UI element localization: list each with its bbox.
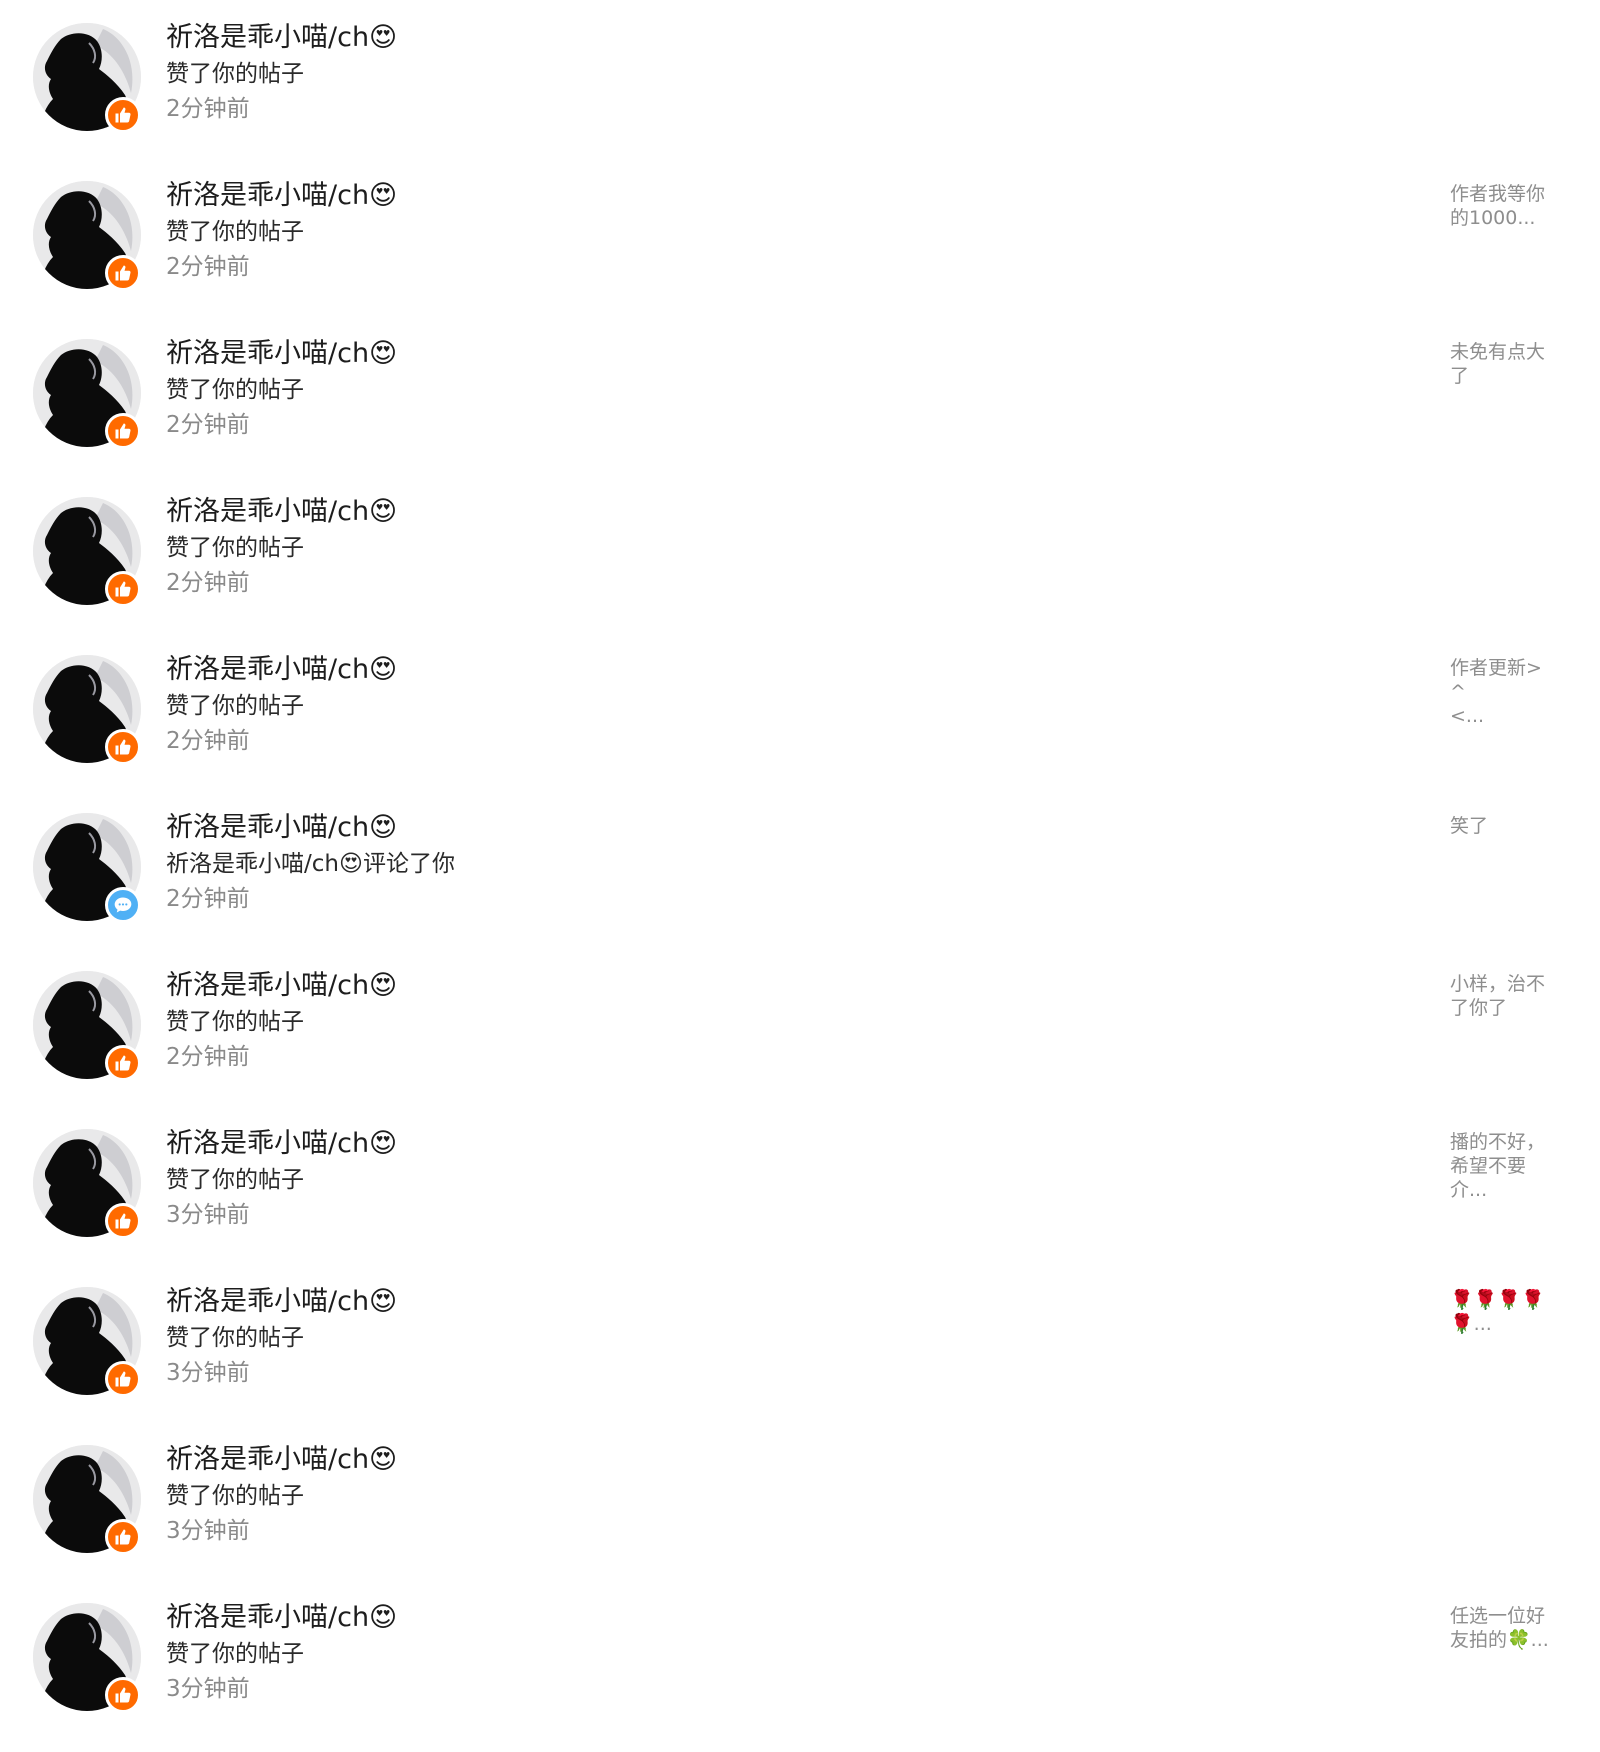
- post-preview[interactable]: 小样，治不 了你了: [1450, 972, 1560, 1020]
- timestamp: 2分钟前: [166, 96, 250, 122]
- timestamp: 2分钟前: [166, 728, 250, 754]
- like-badge: [105, 413, 141, 449]
- thumbs-up-icon: [115, 1371, 131, 1387]
- user-name[interactable]: 祈洛是乖小喵/ch😍: [166, 1599, 397, 1637]
- thumbs-up-icon: [115, 581, 131, 597]
- user-name[interactable]: 祈洛是乖小喵/ch😍: [166, 1441, 397, 1479]
- notification-item[interactable]: 祈洛是乖小喵/ch😍 赞了你的帖子 2分钟前 未免有点大 了: [0, 316, 1600, 474]
- notification-action-text: 赞了你的帖子: [166, 1325, 304, 1351]
- notification-action-text: 赞了你的帖子: [166, 1483, 304, 1509]
- post-preview[interactable]: 未免有点大 了: [1450, 340, 1560, 388]
- timestamp: 2分钟前: [166, 254, 250, 280]
- notification-item[interactable]: 祈洛是乖小喵/ch😍 赞了你的帖子 2分钟前 作者更新> ^ <...: [0, 632, 1600, 790]
- notification-action-text: 赞了你的帖子: [166, 61, 304, 87]
- user-name[interactable]: 祈洛是乖小喵/ch😍: [166, 493, 397, 531]
- notification-item[interactable]: 祈洛是乖小喵/ch😍 赞了你的帖子 2分钟前: [0, 0, 1600, 158]
- notification-action-text: 赞了你的帖子: [166, 219, 304, 245]
- user-name[interactable]: 祈洛是乖小喵/ch😍: [166, 335, 397, 373]
- post-preview[interactable]: 笑了: [1450, 814, 1560, 838]
- thumbs-up-icon: [115, 1055, 131, 1071]
- notification-item[interactable]: 祈洛是乖小喵/ch😍 赞了你的帖子 3分钟前: [0, 1422, 1600, 1580]
- like-badge: [105, 571, 141, 607]
- notification-action-text: 祈洛是乖小喵/ch😍评论了你: [166, 851, 455, 877]
- like-badge: [105, 1203, 141, 1239]
- post-preview[interactable]: 作者更新> ^ <...: [1450, 656, 1560, 728]
- timestamp: 3分钟前: [166, 1202, 250, 1228]
- notification-list: 祈洛是乖小喵/ch😍 赞了你的帖子 2分钟前 祈洛是乖小喵/ch😍 赞了你的帖子…: [0, 0, 1600, 1752]
- post-preview[interactable]: 任选一位好 友拍的🍀...: [1450, 1604, 1560, 1652]
- thumbs-up-icon: [115, 1529, 131, 1545]
- comment-bubble-icon: [114, 897, 132, 913]
- notification-action-text: 赞了你的帖子: [166, 1167, 304, 1193]
- notification-action-text: 赞了你的帖子: [166, 377, 304, 403]
- like-badge: [105, 255, 141, 291]
- like-badge: [105, 1361, 141, 1397]
- thumbs-up-icon: [115, 1213, 131, 1229]
- user-name[interactable]: 祈洛是乖小喵/ch😍: [166, 1125, 397, 1163]
- like-badge: [105, 1045, 141, 1081]
- notification-action-text: 赞了你的帖子: [166, 535, 304, 561]
- user-name[interactable]: 祈洛是乖小喵/ch😍: [166, 1283, 397, 1321]
- thumbs-up-icon: [115, 265, 131, 281]
- notification-item[interactable]: 祈洛是乖小喵/ch😍 赞了你的帖子 2分钟前: [0, 474, 1600, 632]
- comment-badge: [105, 887, 141, 923]
- notification-item[interactable]: 祈洛是乖小喵/ch😍 赞了你的帖子 3分钟前 🌹🌹🌹🌹 🌹...: [0, 1264, 1600, 1422]
- notification-action-text: 赞了你的帖子: [166, 693, 304, 719]
- thumbs-up-icon: [115, 107, 131, 123]
- user-name[interactable]: 祈洛是乖小喵/ch😍: [166, 967, 397, 1005]
- notification-item[interactable]: 祈洛是乖小喵/ch😍 赞了你的帖子 3分钟前 任选一位好 友拍的🍀...: [0, 1580, 1600, 1738]
- timestamp: 3分钟前: [166, 1676, 250, 1702]
- like-badge: [105, 1519, 141, 1555]
- notification-item[interactable]: 祈洛是乖小喵/ch😍 祈洛是乖小喵/ch😍评论了你 2分钟前 笑了: [0, 790, 1600, 948]
- post-preview[interactable]: 播的不好， 希望不要 介...: [1450, 1130, 1560, 1202]
- notification-action-text: 赞了你的帖子: [166, 1641, 304, 1667]
- user-name[interactable]: 祈洛是乖小喵/ch😍: [166, 177, 397, 215]
- post-preview[interactable]: 作者我等你 的1000...: [1450, 182, 1560, 230]
- timestamp: 3分钟前: [166, 1518, 250, 1544]
- notification-item[interactable]: 祈洛是乖小喵/ch😍 赞了你的帖子 2分钟前 作者我等你 的1000...: [0, 158, 1600, 316]
- notification-item[interactable]: 祈洛是乖小喵/ch😍 赞了你的帖子 3分钟前 播的不好， 希望不要 介...: [0, 1106, 1600, 1264]
- thumbs-up-icon: [115, 423, 131, 439]
- user-name[interactable]: 祈洛是乖小喵/ch😍: [166, 809, 397, 847]
- user-name[interactable]: 祈洛是乖小喵/ch😍: [166, 19, 397, 57]
- thumbs-up-icon: [115, 1687, 131, 1703]
- timestamp: 2分钟前: [166, 1044, 250, 1070]
- notification-item[interactable]: 祈洛是乖小喵/ch😍 赞了你的帖子 2分钟前 小样，治不 了你了: [0, 948, 1600, 1106]
- timestamp: 3分钟前: [166, 1360, 250, 1386]
- user-name[interactable]: 祈洛是乖小喵/ch😍: [166, 651, 397, 689]
- timestamp: 2分钟前: [166, 412, 250, 438]
- like-badge: [105, 1677, 141, 1713]
- thumbs-up-icon: [115, 739, 131, 755]
- post-preview[interactable]: 🌹🌹🌹🌹 🌹...: [1450, 1288, 1560, 1336]
- like-badge: [105, 729, 141, 765]
- timestamp: 2分钟前: [166, 570, 250, 596]
- timestamp: 2分钟前: [166, 886, 250, 912]
- notification-action-text: 赞了你的帖子: [166, 1009, 304, 1035]
- like-badge: [105, 97, 141, 133]
